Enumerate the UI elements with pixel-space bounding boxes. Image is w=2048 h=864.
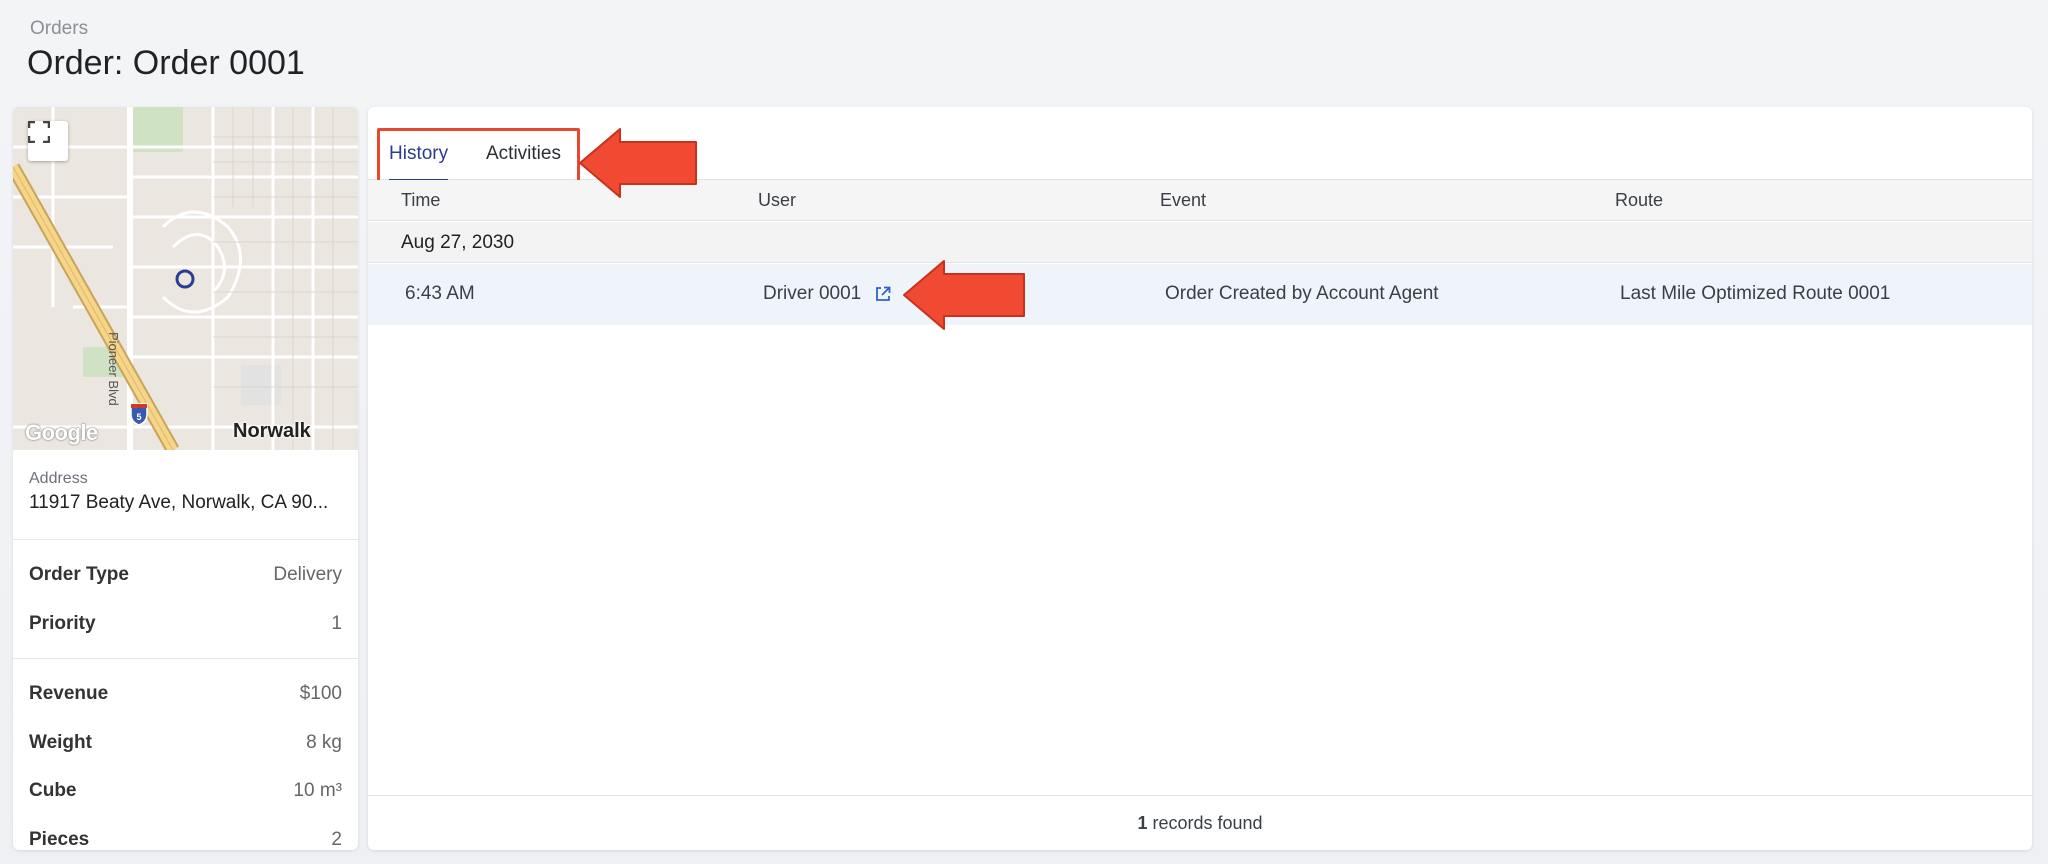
prop-label: Cube — [29, 780, 77, 802]
prop-row-revenue: Revenue $100 — [29, 670, 342, 719]
order-properties: Order Type Delivery Priority 1 — [13, 541, 358, 659]
annotation-arrow-tabs-icon — [579, 128, 697, 198]
map[interactable]: 5 Pioneer Blvd Google Norwalk — [13, 107, 358, 450]
records-count: 1 — [1137, 812, 1148, 833]
page-title: Order: Order 0001 — [27, 44, 305, 82]
cell-time: 6:43 AM — [405, 283, 475, 304]
prop-value: 8 kg — [306, 731, 342, 753]
prop-row-weight: Weight 8 kg — [29, 719, 342, 768]
address-label: Address — [29, 470, 88, 487]
fullscreen-button[interactable] — [28, 121, 68, 161]
tab-history[interactable]: History — [389, 143, 449, 182]
prop-row-order-type: Order Type Delivery — [29, 551, 342, 600]
prop-value: 2 — [331, 828, 342, 850]
prop-label: Priority — [29, 612, 96, 634]
column-header-event[interactable]: Event — [1160, 190, 1206, 211]
google-logo: Google — [25, 420, 98, 445]
interstate-shield-text: 5 — [136, 412, 141, 422]
prop-row-cube: Cube 10 m³ — [29, 767, 342, 816]
prop-label: Weight — [29, 731, 92, 753]
prop-row-priority: Priority 1 — [29, 600, 342, 649]
cell-event: Order Created by Account Agent — [1165, 283, 1439, 304]
map-road-label: Pioneer Blvd — [106, 332, 121, 406]
load-properties: Revenue $100 Weight 8 kg Cube 10 m³ Piec… — [13, 660, 358, 850]
prop-value: 10 m³ — [293, 780, 342, 802]
map-city-label: Norwalk — [233, 420, 311, 442]
column-header-route[interactable]: Route — [1615, 190, 1663, 211]
breadcrumb[interactable]: Orders — [30, 18, 88, 40]
prop-label: Revenue — [29, 683, 109, 705]
cell-route: Last Mile Optimized Route 0001 — [1620, 283, 1891, 304]
fullscreen-icon — [28, 121, 50, 143]
records-suffix: records found — [1152, 812, 1263, 833]
date-group-label: Aug 27, 2030 — [401, 232, 515, 253]
external-link-icon[interactable] — [875, 286, 891, 302]
cell-user: Driver 0001 — [763, 283, 891, 305]
date-group-row: Aug 27, 2030 — [368, 222, 2032, 263]
prop-value: $100 — [299, 683, 342, 705]
address-block: Address 11917 Beaty Ave, Norwalk, CA 90.… — [13, 450, 358, 540]
address-value: 11917 Beaty Ave, Norwalk, CA 90... — [29, 492, 329, 513]
order-details-card: 5 Pioneer Blvd Google Norwalk Address 11… — [13, 107, 358, 850]
tab-activities[interactable]: Activities — [486, 143, 561, 179]
column-header-time[interactable]: Time — [401, 190, 440, 211]
user-link[interactable]: Driver 0001 — [763, 283, 861, 304]
prop-label: Order Type — [29, 564, 129, 586]
table-row[interactable]: 6:43 AM Driver 0001 Order Created by Acc… — [368, 264, 2032, 325]
prop-value: Delivery — [273, 564, 342, 586]
prop-row-pieces: Pieces 2 — [29, 816, 342, 851]
records-footer: 1 records found — [368, 795, 2032, 850]
history-panel: History Activities Time User Event Route… — [368, 107, 2032, 850]
prop-label: Pieces — [29, 828, 90, 850]
prop-value: 1 — [331, 612, 342, 634]
annotation-arrow-user-icon — [903, 260, 1025, 330]
column-header-user[interactable]: User — [758, 190, 796, 211]
